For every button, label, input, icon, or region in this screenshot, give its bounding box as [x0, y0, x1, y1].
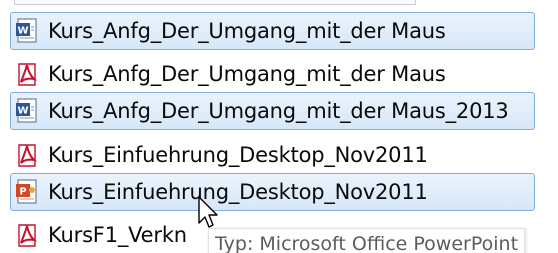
file-row-powerpoint[interactable]: P Kurs_Einfuehrung_Desktop_Nov2011	[10, 173, 535, 211]
file-type-tooltip: Typ: Microsoft Office PowerPoint	[208, 228, 526, 253]
file-name: Kurs_Anfg_Der_Umgang_mit_der Maus	[48, 19, 446, 43]
svg-text:P: P	[19, 187, 26, 198]
word-document-icon: W	[14, 18, 40, 44]
powerpoint-document-icon: P	[14, 179, 40, 205]
word-document-icon: W	[14, 98, 40, 124]
file-name: Kurs_Anfg_Der_Umgang_mit_der Maus_2013	[48, 99, 509, 123]
pdf-document-icon	[14, 222, 40, 248]
file-name: Kurs_Einfuehrung_Desktop_Nov2011	[48, 180, 428, 204]
file-row-pdf-2[interactable]: Kurs_Einfuehrung_Desktop_Nov2011	[10, 136, 535, 174]
file-row-word-1[interactable]: W Kurs_Anfg_Der_Umgang_mit_der Maus	[10, 12, 535, 50]
mouse-pointer-icon	[198, 196, 218, 228]
file-row-pdf-1[interactable]: Kurs_Anfg_Der_Umgang_mit_der Maus	[10, 55, 535, 93]
file-row-word-2[interactable]: W Kurs_Anfg_Der_Umgang_mit_der Maus_2013	[10, 92, 535, 130]
file-list: W Kurs_Anfg_Der_Umgang_mit_der Maus Kurs…	[0, 0, 558, 253]
svg-text:W: W	[17, 106, 28, 117]
file-name: KursF1_Verkn	[48, 223, 187, 247]
pdf-document-icon	[14, 142, 40, 168]
file-name: Kurs_Anfg_Der_Umgang_mit_der Maus	[48, 62, 446, 86]
svg-text:W: W	[17, 26, 28, 37]
list-top-edge	[14, 0, 416, 5]
file-name: Kurs_Einfuehrung_Desktop_Nov2011	[48, 143, 428, 167]
pdf-document-icon	[14, 61, 40, 87]
